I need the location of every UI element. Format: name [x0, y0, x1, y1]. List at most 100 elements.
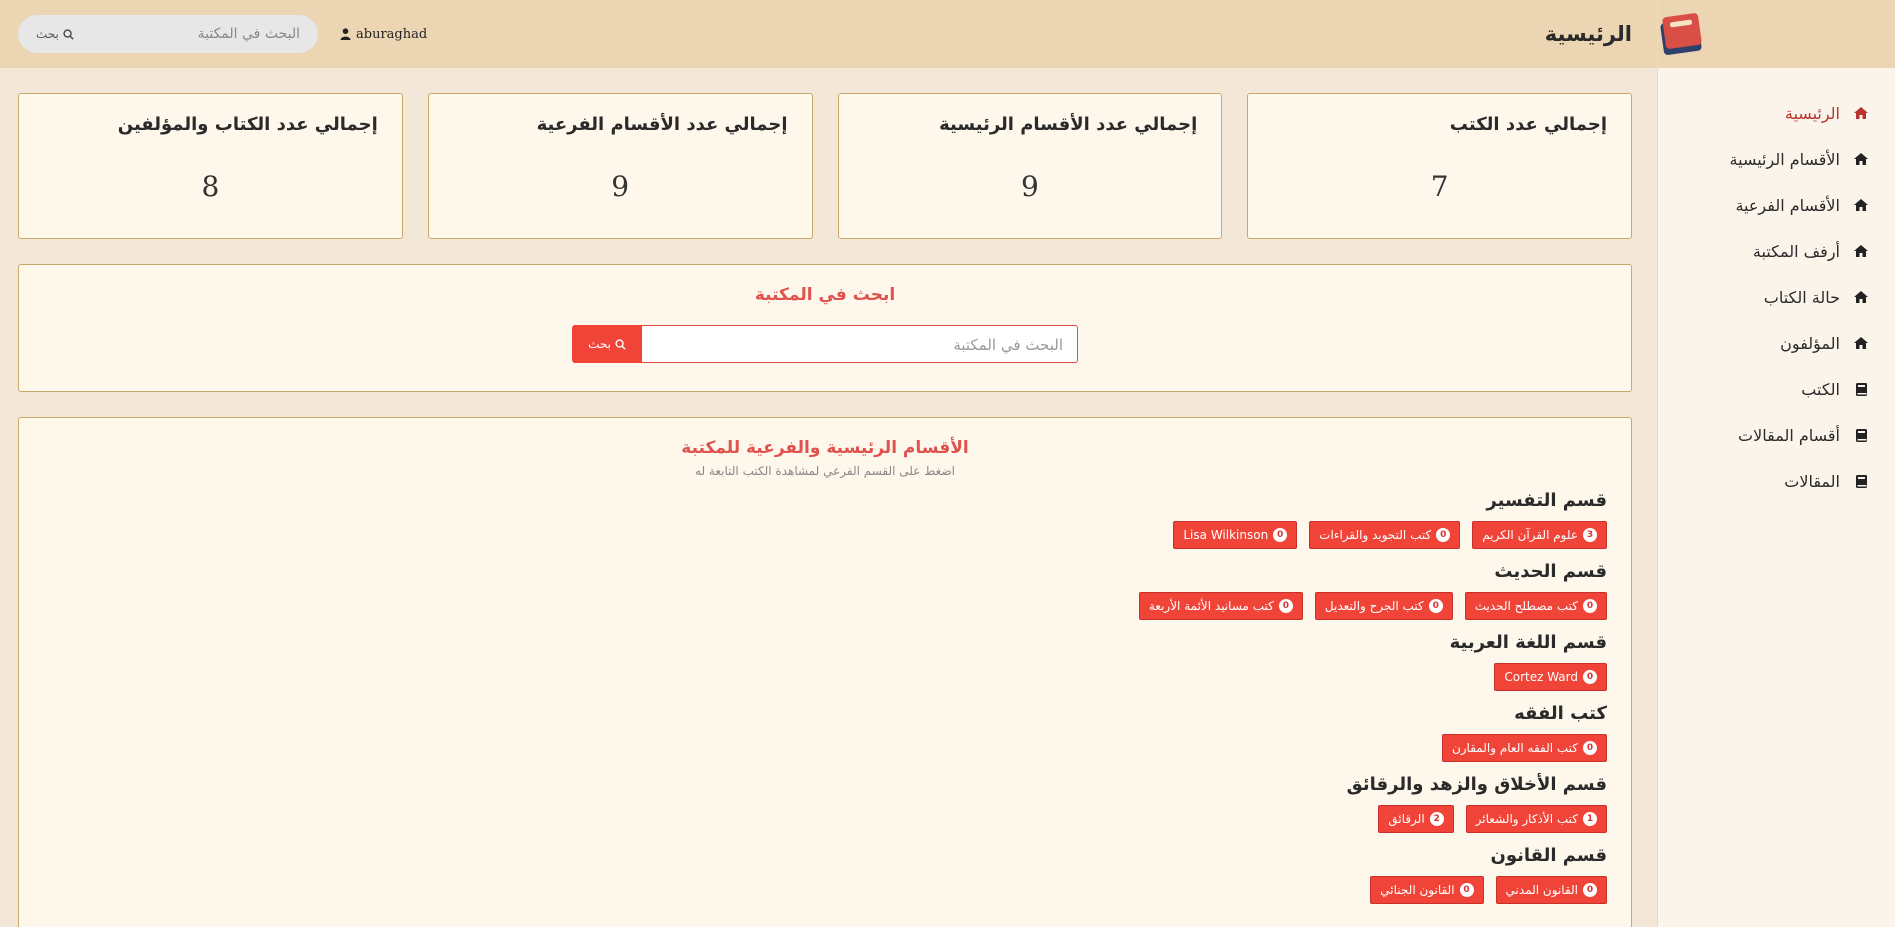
book-icon: [1852, 380, 1870, 398]
sub-section-tag[interactable]: 0 Lisa Wilkinson: [1173, 521, 1298, 549]
book-count-badge: 0: [1583, 599, 1597, 613]
sub-section-tag[interactable]: 0 كتب مصطلح الحديث: [1464, 592, 1607, 620]
sidebar-item-shelves[interactable]: أرفف المكتبة: [1658, 228, 1895, 274]
tag-label: علوم القرآن الكريم: [1482, 528, 1578, 542]
tag-label: الرقائق: [1388, 812, 1425, 826]
stat-value: 7: [1430, 170, 1449, 203]
section-hadith: قسم الحديث 0 كتب مصطلح الحديث 0 كتب الجرح …: [43, 561, 1607, 620]
stat-title: إجمالي عدد الأقسام الرئيسية: [939, 114, 1198, 135]
stat-card-sub-sections: إجمالي عدد الأقسام الفرعية 9: [427, 93, 813, 239]
tag-label: كتب الأذكار والشعائر: [1475, 812, 1578, 826]
sidebar-item-book-status[interactable]: حالة الكتاب: [1658, 274, 1895, 320]
library-logo-icon: [1658, 11, 1704, 57]
sub-section-tag[interactable]: 0 القانون المدني: [1495, 876, 1607, 904]
tag-label: Cortez Ward: [1504, 670, 1578, 684]
sub-section-tag[interactable]: 0 كتب مسانيد الأئمة الأربعة: [1138, 592, 1303, 620]
stat-card-authors: إجمالي عدد الكتاب والمؤلفين 8: [18, 93, 403, 239]
home-icon: [1852, 150, 1870, 168]
sidebar-item-label: أقسام المقالات: [1738, 425, 1840, 445]
categories-subtitle: اضغط على القسم الفرعي لمشاهدة الكتب التا…: [695, 464, 955, 478]
library-search-button[interactable]: بحث: [572, 325, 642, 363]
header-search-input[interactable]: البحث في المكتبة بحث: [18, 15, 318, 53]
user-icon: [340, 28, 351, 40]
book-count-badge: 1: [1583, 812, 1597, 826]
stat-value: 9: [1020, 170, 1039, 203]
sidebar-item-label: أرفف المكتبة: [1752, 241, 1840, 261]
book-count-badge: 0: [1436, 528, 1451, 542]
sub-section-tags: 0 كتب مصطلح الحديث 0 كتب الجرح والتعديل 0ك…: [43, 592, 1607, 620]
tag-label: كتب مسانيد الأئمة الأربعة: [1148, 599, 1274, 613]
header-search-placeholder: البحث في المكتبة: [197, 26, 300, 42]
book-count-badge: 0: [1583, 670, 1597, 684]
sub-section-tag[interactable]: 2 الرقائق: [1378, 805, 1454, 833]
search-icon: [63, 28, 74, 40]
section-title: قسم الحديث: [1494, 561, 1607, 582]
sidebar-item-authors[interactable]: المؤلفون: [1658, 320, 1895, 366]
book-icon: [1852, 472, 1870, 490]
search-panel-title: ابحث في المكتبة: [754, 285, 896, 305]
sub-section-tag[interactable]: 0 Cortez Ward: [1494, 663, 1607, 691]
categories-header: الأقسام الرئيسية والفرعية للمكتبة اضغط ع…: [43, 438, 1607, 478]
tag-label: القانون الجنائي: [1380, 883, 1455, 897]
sub-section-tag[interactable]: 3 علوم القرآن الكريم: [1472, 521, 1607, 549]
categories-title: الأقسام الرئيسية والفرعية للمكتبة: [681, 438, 969, 458]
sidebar-item-books[interactable]: الكتب: [1658, 366, 1895, 412]
stat-card-main-sections: إجمالي عدد الأقسام الرئيسية 9: [837, 93, 1223, 239]
home-icon: [1852, 196, 1870, 214]
tag-label: Lisa Wilkinson: [1183, 528, 1269, 542]
sidebar: الرئيسية الأقسام الرئيسية الأقسام الفرعي…: [1657, 0, 1895, 927]
section-title: كتب الفقه: [1514, 703, 1607, 724]
stat-title: إجمالي عدد الكتب: [1449, 114, 1607, 135]
tag-label: كتب التجويد والقراءات: [1319, 528, 1432, 542]
stat-title: إجمالي عدد الكتاب والمؤلفين: [117, 114, 378, 135]
home-icon: [1852, 242, 1870, 260]
tag-label: كتب مصطلح الحديث: [1474, 599, 1578, 613]
book-count-badge: 0: [1428, 599, 1443, 613]
sidebar-item-main-sections[interactable]: الأقسام الرئيسية: [1658, 136, 1895, 182]
home-icon: [1852, 288, 1870, 306]
stat-title: إجمالي عدد الأقسام الفرعية: [536, 114, 788, 135]
sub-section-tag[interactable]: 0 كتب التجويد والقراءات: [1309, 521, 1461, 549]
top-header: الرئيسية البحث في المكتبة بحث aburaghad: [0, 0, 1657, 68]
section-tafsir: قسم التفسير 3 علوم القرآن الكريم 0 كتب الت…: [43, 490, 1607, 549]
username: aburaghad: [356, 26, 428, 42]
book-count-badge: 3: [1583, 528, 1597, 542]
book-count-badge: 0: [1459, 883, 1474, 897]
sidebar-item-home[interactable]: الرئيسية: [1658, 90, 1895, 136]
sub-section-tags: 0 القانون المدني 0 القانون الجنائي: [43, 876, 1607, 904]
stat-card-books: إجمالي عدد الكتب 7: [1247, 93, 1632, 239]
sidebar-logo[interactable]: [1658, 0, 1895, 68]
section-fiqh: كتب الفقه 0 كتب الفقه العام والمقارن: [43, 703, 1607, 762]
header-search-button-label: بحث: [36, 27, 59, 41]
library-search-input[interactable]: البحث في المكتبة: [642, 325, 1078, 363]
sub-section-tag[interactable]: 0 القانون الجنائي: [1370, 876, 1484, 904]
header-search-button[interactable]: بحث: [36, 27, 74, 41]
sidebar-item-label: الأقسام الفرعية: [1735, 195, 1840, 215]
header-tools: البحث في المكتبة بحث aburaghad: [18, 15, 427, 53]
section-title: قسم التفسير: [1486, 490, 1607, 511]
sub-section-tag[interactable]: 0 كتب الفقه العام والمقارن: [1441, 734, 1607, 762]
search-form: البحث في المكتبة بحث: [19, 325, 1631, 363]
book-count-badge: 2: [1429, 812, 1444, 826]
sidebar-item-label: الكتب: [1801, 379, 1840, 399]
user-menu[interactable]: aburaghad: [340, 27, 427, 42]
sub-section-tag[interactable]: 0 كتب الجرح والتعديل: [1314, 592, 1453, 620]
stat-value: 9: [611, 170, 630, 203]
sidebar-nav: الرئيسية الأقسام الرئيسية الأقسام الفرعي…: [1658, 68, 1895, 504]
stat-value: 8: [201, 170, 220, 203]
section-title: قسم الأخلاق والزهد والرقائق: [1346, 774, 1607, 795]
sidebar-item-label: الرئيسية: [1784, 103, 1840, 123]
page-title: الرئيسية: [1544, 22, 1632, 46]
section-law: قسم القانون 0 القانون المدني 0 القانون الج…: [43, 845, 1607, 904]
stats-cards: إجمالي عدد الكتب 7 إجمالي عدد الأقسام ال…: [18, 93, 1632, 239]
sidebar-item-articles[interactable]: المقالات: [1658, 458, 1895, 504]
book-count-badge: 0: [1583, 741, 1597, 755]
sidebar-item-sub-sections[interactable]: الأقسام الفرعية: [1658, 182, 1895, 228]
tag-label: القانون المدني: [1505, 883, 1578, 897]
tag-label: كتب الجرح والتعديل: [1324, 599, 1424, 613]
book-count-badge: 0: [1278, 599, 1293, 613]
sub-section-tags: 3 علوم القرآن الكريم 0 كتب التجويد والقراء…: [43, 521, 1607, 549]
sub-section-tag[interactable]: 1 كتب الأذكار والشعائر: [1465, 805, 1607, 833]
home-icon: [1852, 104, 1870, 122]
sidebar-item-article-sections[interactable]: أقسام المقالات: [1658, 412, 1895, 458]
